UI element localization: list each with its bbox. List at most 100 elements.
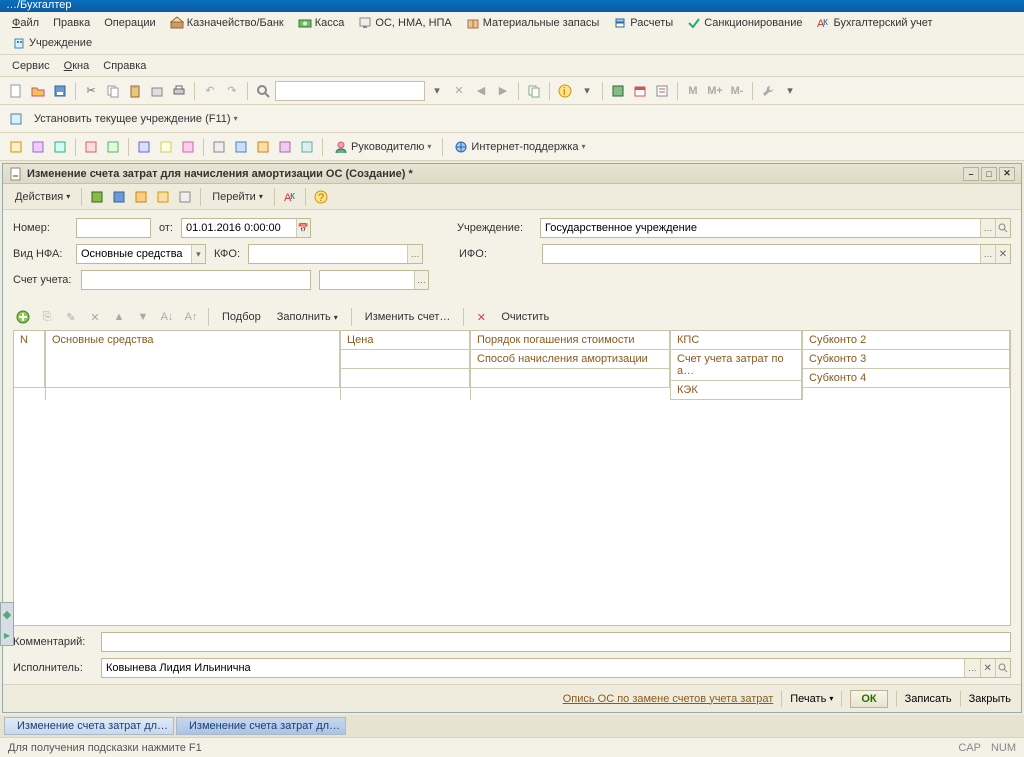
print-icon[interactable] — [169, 81, 189, 101]
rep-icon-3[interactable] — [50, 137, 70, 157]
grid-header-sub4[interactable]: Субконто 4 — [803, 369, 1010, 388]
rep-icon-10[interactable] — [231, 137, 251, 157]
folder-icon[interactable] — [147, 81, 167, 101]
cut-icon[interactable]: ✂ — [81, 81, 101, 101]
grid-down-icon[interactable]: ▼ — [133, 307, 153, 327]
grid-sort-desc-icon[interactable]: A↑ — [181, 307, 201, 327]
search-input[interactable] — [275, 81, 425, 101]
grid-header-price-r2[interactable] — [341, 350, 470, 369]
print-button[interactable]: Печать ▾ — [790, 693, 833, 705]
search-dropdown-icon[interactable]: ▾ — [427, 81, 447, 101]
grid-delete-icon[interactable]: ✕ — [85, 307, 105, 327]
institution-field[interactable]: … — [540, 218, 1011, 238]
window-tab-2[interactable]: Изменение счета затрат дл… — [176, 717, 346, 735]
grid-change-account-button[interactable]: Изменить счет… — [359, 309, 457, 325]
goto-menu[interactable]: Перейти ▾ — [206, 189, 269, 205]
menu-os[interactable]: ОС, НМА, НПА — [352, 14, 457, 32]
nfa-dropdown-icon[interactable]: ▾ — [191, 245, 205, 263]
left-side-widget[interactable]: ◆ ▶ — [0, 602, 14, 646]
copy-doc-icon[interactable] — [524, 81, 544, 101]
maximize-button[interactable]: □ — [981, 167, 997, 181]
grid-header-main[interactable]: Основные средства — [46, 331, 340, 388]
grid-header-order-r3[interactable] — [471, 369, 670, 388]
dt-save-icon[interactable] — [87, 187, 107, 207]
rep-icon-8[interactable] — [178, 137, 198, 157]
rep-icon-1[interactable] — [6, 137, 26, 157]
dt-help-icon[interactable]: ? — [311, 187, 331, 207]
kfo-select-icon[interactable]: … — [407, 245, 422, 263]
nav-right-icon[interactable]: ▶ — [493, 81, 513, 101]
menu-accounting[interactable]: Ак Бухгалтерский учет — [810, 14, 938, 32]
dt-icon-3[interactable] — [131, 187, 151, 207]
institution-set-icon[interactable] — [6, 109, 26, 129]
rep-icon-2[interactable] — [28, 137, 48, 157]
account-field-2[interactable]: … — [319, 270, 429, 290]
inventory-link[interactable]: Опись ОС по замене счетов учета затрат — [563, 693, 774, 705]
calc2-icon[interactable] — [608, 81, 628, 101]
menu-kassa[interactable]: Касса — [292, 14, 351, 32]
nav-left-icon[interactable]: ◀ — [471, 81, 491, 101]
menu-sanction[interactable]: Санкционирование — [681, 14, 808, 32]
grid-clear-button[interactable]: Очистить — [495, 309, 555, 325]
rep-icon-6[interactable] — [134, 137, 154, 157]
rep-icon-11[interactable] — [253, 137, 273, 157]
search-icon[interactable] — [253, 81, 273, 101]
nfa-field[interactable]: ▾ — [76, 244, 206, 264]
rep-icon-13[interactable] — [297, 137, 317, 157]
rep-icon-9[interactable] — [209, 137, 229, 157]
grid-header-price[interactable]: Цена — [341, 331, 470, 350]
menu-operations[interactable]: Операции — [98, 15, 161, 31]
info-dropdown-icon[interactable]: ▾ — [577, 81, 597, 101]
rep-icon-7[interactable] — [156, 137, 176, 157]
clear-search-icon[interactable]: ✕ — [449, 81, 469, 101]
rep-icon-4[interactable] — [81, 137, 101, 157]
menu-materials[interactable]: Материальные запасы — [460, 14, 606, 32]
grid-header-kek[interactable]: КЭК — [671, 381, 802, 400]
list-icon[interactable] — [652, 81, 672, 101]
undo-icon[interactable]: ↶ — [200, 81, 220, 101]
rep-icon-12[interactable] — [275, 137, 295, 157]
institution-select-icon[interactable]: … — [980, 219, 995, 237]
ok-button[interactable]: ОК — [850, 690, 887, 708]
menu-calc[interactable]: Расчеты — [607, 14, 679, 32]
m-icon[interactable]: M — [683, 81, 703, 101]
copy-icon[interactable] — [103, 81, 123, 101]
close-button[interactable]: ✕ — [999, 167, 1015, 181]
calendar-picker-icon[interactable]: 📅 — [296, 219, 310, 237]
grid-select-button[interactable]: Подбор — [216, 309, 267, 325]
grid-header-order[interactable]: Порядок погашения стоимости — [471, 331, 670, 350]
set-institution-button[interactable]: Установить текущее учреждение (F11) ▾ — [28, 111, 244, 127]
manager-menu[interactable]: Руководителю ▾ — [328, 138, 437, 156]
account-select-icon[interactable]: … — [414, 271, 428, 289]
menu-file[interactable]: Файл — [6, 15, 45, 31]
grid-header-n[interactable]: N — [14, 331, 45, 388]
close-doc-button[interactable]: Закрыть — [969, 693, 1011, 705]
menu-service[interactable]: Сервис — [6, 58, 56, 74]
grid-edit-icon[interactable]: ✎ — [61, 307, 81, 327]
grid-up-icon[interactable]: ▲ — [109, 307, 129, 327]
grid-add-icon[interactable] — [13, 307, 33, 327]
grid-sort-asc-icon[interactable]: A↓ — [157, 307, 177, 327]
save-icon[interactable] — [50, 81, 70, 101]
internet-support-menu[interactable]: Интернет-поддержка ▾ — [448, 138, 591, 156]
dt-icon-4[interactable] — [153, 187, 173, 207]
grid-header-kps[interactable]: КПС — [671, 331, 802, 350]
grid-body[interactable] — [14, 400, 1010, 625]
wrench-dropdown-icon[interactable]: ▾ — [780, 81, 800, 101]
menu-help[interactable]: Справка — [97, 58, 152, 74]
actions-menu[interactable]: Действия ▾ — [9, 189, 76, 205]
m-plus-icon[interactable]: M+ — [705, 81, 725, 101]
open-icon[interactable] — [28, 81, 48, 101]
m-minus-icon[interactable]: M- — [727, 81, 747, 101]
data-grid[interactable]: N Основные средства Цена Порядок погашен… — [13, 330, 1011, 626]
ifo-clear-icon[interactable]: ✕ — [995, 245, 1010, 263]
calendar-icon[interactable] — [630, 81, 650, 101]
dt-ok-icon[interactable] — [109, 187, 129, 207]
executor-select-icon[interactable]: … — [964, 659, 979, 677]
dt-icon-5[interactable] — [175, 187, 195, 207]
dt-struct-icon[interactable]: Ак — [280, 187, 300, 207]
info-icon[interactable]: i — [555, 81, 575, 101]
number-field[interactable] — [76, 218, 151, 238]
wrench-icon[interactable] — [758, 81, 778, 101]
side-arrow-icon[interactable]: ▶ — [4, 631, 10, 640]
